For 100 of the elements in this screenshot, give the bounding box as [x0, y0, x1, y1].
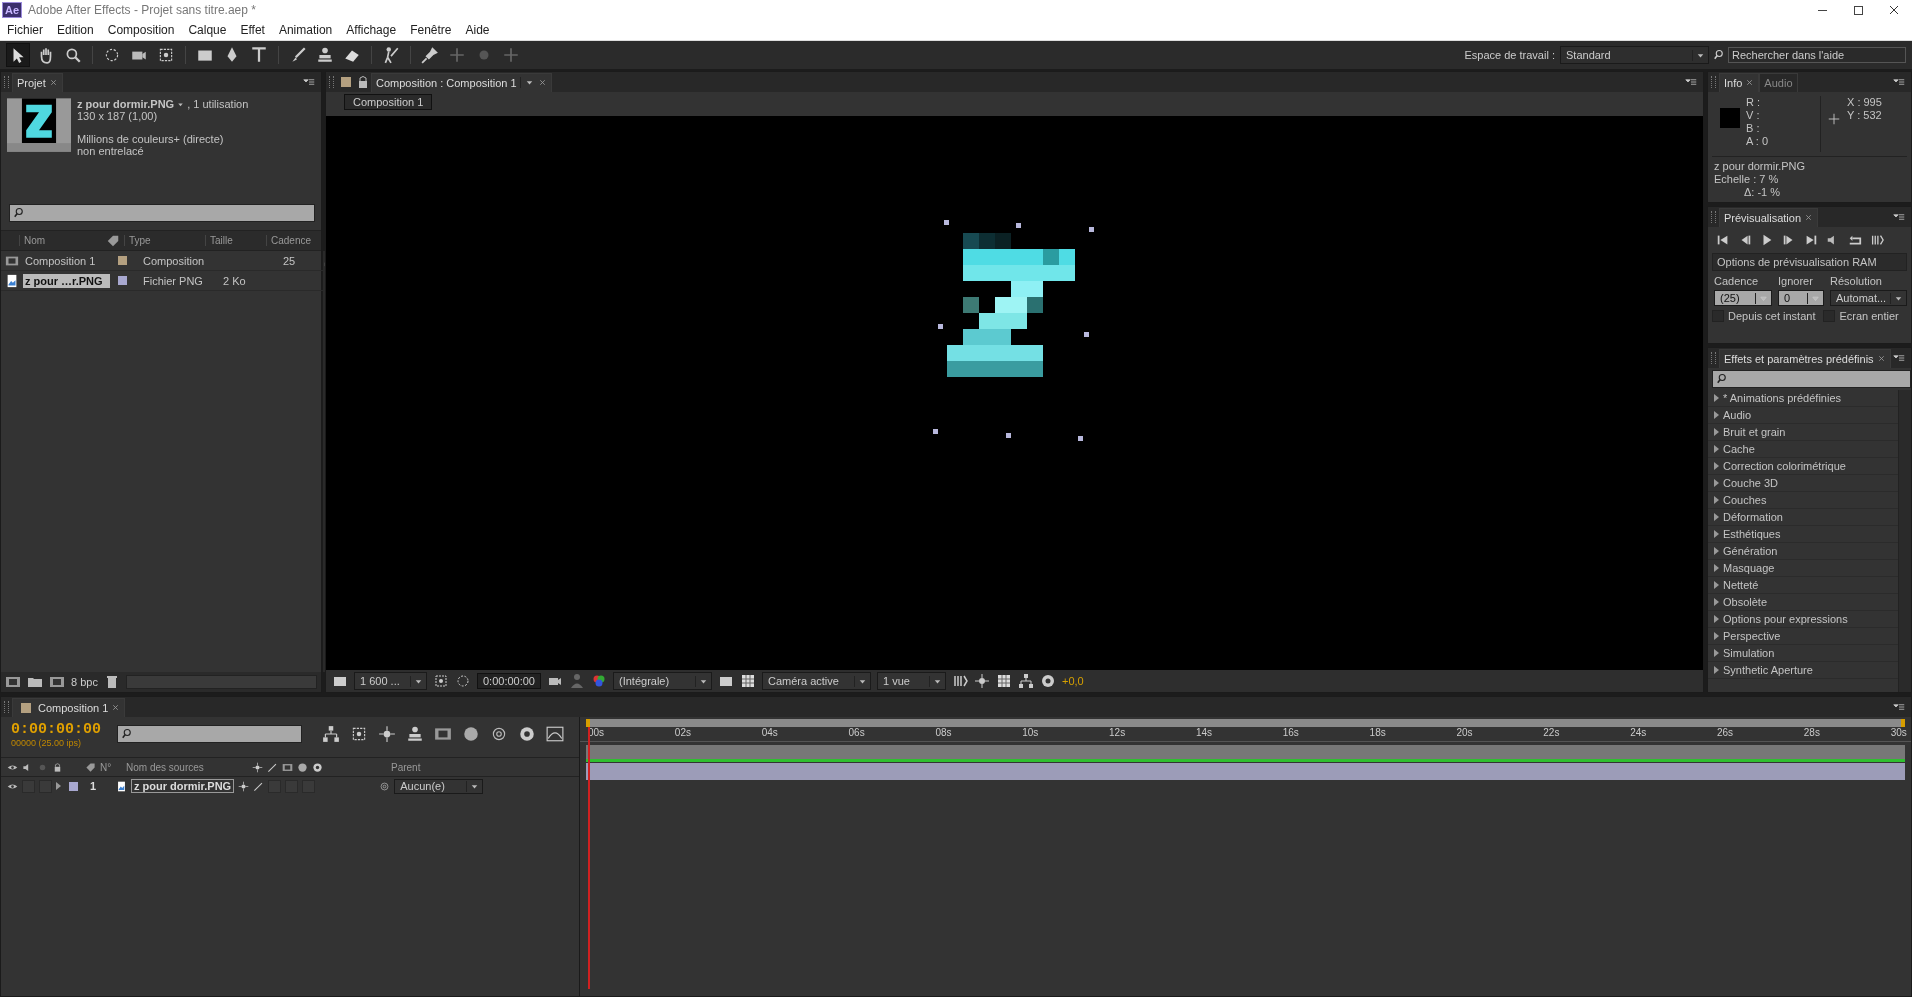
pick-whip-icon[interactable]	[379, 780, 391, 792]
effect-category[interactable]: Options pour expressions	[1723, 613, 1848, 625]
panel-tab[interactable]: Composition : Composition 1	[371, 72, 552, 92]
effect-category[interactable]: Obsolète	[1723, 596, 1768, 608]
section-header[interactable]: Options de prévisualisation RAM	[1712, 253, 1907, 271]
time-field[interactable]: 0:00:00:00	[477, 673, 541, 689]
caret-icon[interactable]	[519, 77, 535, 88]
shy-switch-icon[interactable]	[238, 780, 250, 792]
project-item[interactable]: Composition 1	[23, 253, 110, 268]
disclosure-triangle[interactable]	[1714, 513, 1719, 521]
disclosure-triangle[interactable]	[1714, 598, 1719, 606]
motion-blur-icon[interactable]	[462, 725, 480, 743]
brainstorm-icon[interactable]	[490, 725, 508, 743]
breadcrumb[interactable]: Composition 1	[344, 94, 433, 110]
disclosure-triangle[interactable]	[1714, 428, 1719, 436]
label-icon[interactable]	[85, 761, 96, 773]
close-icon[interactable]	[1889, 5, 1899, 15]
menu-item[interactable]: Affichage	[339, 23, 404, 37]
panel-tab[interactable]: Info	[1719, 72, 1760, 92]
view-layout-dropdown[interactable]: 1 vue	[877, 672, 946, 690]
exposure-icon[interactable]	[1040, 673, 1056, 689]
adjustment-switch-icon[interactable]	[312, 761, 323, 773]
flowchart-icon[interactable]	[1018, 673, 1034, 689]
effect-category[interactable]: Audio	[1723, 409, 1752, 421]
effect-category[interactable]: Correction colorimétrique	[1723, 460, 1846, 472]
effect-category[interactable]: Netteté	[1723, 579, 1759, 591]
effect-category[interactable]: Perspective	[1723, 630, 1781, 642]
disclosure-triangle[interactable]	[1714, 394, 1719, 402]
preview-dropdown[interactable]: 0	[1778, 290, 1824, 306]
fx-switch-icon[interactable]	[267, 761, 278, 773]
disclosure-triangle[interactable]	[1714, 564, 1719, 572]
panel-tab[interactable]: Effets et paramètres prédéfinis	[1719, 348, 1891, 368]
column-header[interactable]: Cadence	[266, 235, 311, 246]
resolution-dropdown[interactable]: (Intégrale)	[613, 672, 712, 690]
zoom-dropdown[interactable]: 1 600 ...	[354, 672, 427, 690]
safe-zones-icon[interactable]	[433, 673, 449, 689]
disclosure-triangle[interactable]	[1714, 581, 1719, 589]
composition-flowchart-icon[interactable]	[322, 725, 340, 743]
stamp-icon[interactable]	[406, 725, 424, 743]
project-item[interactable]: z pour …r.PNG	[23, 273, 110, 288]
disclosure-triangle[interactable]	[1714, 615, 1719, 623]
puppet-pin-tool-icon[interactable]	[419, 44, 441, 66]
frame-blending-icon[interactable]	[434, 725, 452, 743]
preview-dropdown[interactable]: (25)	[1714, 290, 1772, 306]
ram-preview-button[interactable]	[1870, 233, 1884, 247]
effect-category[interactable]: Génération	[1723, 545, 1778, 557]
menu-item[interactable]: Calque	[181, 23, 234, 37]
search-field[interactable]	[117, 725, 302, 743]
disclosure-triangle[interactable]	[1714, 462, 1719, 470]
effect-category[interactable]: Bruit et grain	[1723, 426, 1786, 438]
effect-category[interactable]: Masquage	[1723, 562, 1775, 574]
panel-menu-icon[interactable]	[1891, 76, 1907, 88]
show-snapshot-icon[interactable]	[569, 673, 585, 689]
menu-item[interactable]: Aide	[458, 23, 497, 37]
panel-tab[interactable]: Audio	[1759, 72, 1798, 92]
panel-tab[interactable]: Composition 1	[12, 697, 126, 717]
disclosure-triangle[interactable]	[1714, 411, 1719, 419]
checkbox-label[interactable]: Depuis cet instant	[1728, 310, 1816, 322]
effect-category[interactable]: * Animations prédéfinies	[1723, 392, 1841, 404]
label-color[interactable]	[118, 276, 127, 285]
effect-category[interactable]: Simulation	[1723, 647, 1775, 659]
channels-icon[interactable]	[591, 673, 607, 689]
quality-switch-icon[interactable]	[253, 780, 265, 792]
effect-category[interactable]: Cache	[1723, 443, 1755, 455]
menu-item[interactable]: Fichier	[0, 23, 50, 37]
transparency-grid-icon[interactable]	[740, 673, 756, 689]
disclosure-triangle[interactable]	[1714, 649, 1719, 657]
panel-tab[interactable]: Prévisualisation	[1719, 207, 1819, 227]
disclosure-triangle[interactable]	[1714, 632, 1719, 640]
disclosure-triangle[interactable]	[56, 782, 61, 790]
selection-tool-icon[interactable]	[6, 43, 30, 67]
motion-blur-switch-icon[interactable]	[297, 761, 308, 773]
panel-tab[interactable]: Projet	[12, 72, 63, 92]
disclosure-triangle[interactable]	[1714, 666, 1719, 674]
draft-3d-icon[interactable]	[350, 725, 368, 743]
workspace-dropdown[interactable]: Standard	[1560, 46, 1709, 64]
panel-menu-icon[interactable]	[1891, 701, 1907, 713]
menu-item[interactable]: Edition	[50, 23, 101, 37]
search-field[interactable]	[9, 204, 315, 222]
effect-category[interactable]: Esthétiques	[1723, 528, 1781, 540]
disclosure-triangle[interactable]	[1714, 530, 1719, 538]
first-frame-button[interactable]	[1716, 233, 1730, 247]
effect-category[interactable]: Couches	[1723, 494, 1767, 506]
checkbox-label[interactable]: Ecran entier	[1839, 310, 1899, 322]
shy-layers-icon[interactable]	[378, 725, 396, 743]
parent-dropdown[interactable]: Aucun(e)	[394, 778, 484, 794]
timeline-icon[interactable]	[996, 673, 1012, 689]
pixel-aspect-icon[interactable]	[952, 673, 968, 689]
disclosure-triangle[interactable]	[1714, 445, 1719, 453]
graph-editor-icon[interactable]	[546, 725, 564, 743]
timecode[interactable]: 0:00:00:00	[11, 720, 107, 738]
frame-blend-switch-icon[interactable]	[282, 761, 293, 773]
panel-menu-icon[interactable]	[1683, 76, 1699, 88]
column-header[interactable]: Type	[124, 235, 205, 246]
menu-item[interactable]: Effet	[233, 23, 272, 37]
label-color[interactable]	[118, 256, 127, 265]
auto-keyframe-icon[interactable]	[518, 725, 536, 743]
effect-category[interactable]: Synthetic Aperture	[1723, 664, 1813, 676]
label-icon[interactable]	[106, 233, 120, 248]
scrollbar[interactable]	[1898, 390, 1911, 692]
